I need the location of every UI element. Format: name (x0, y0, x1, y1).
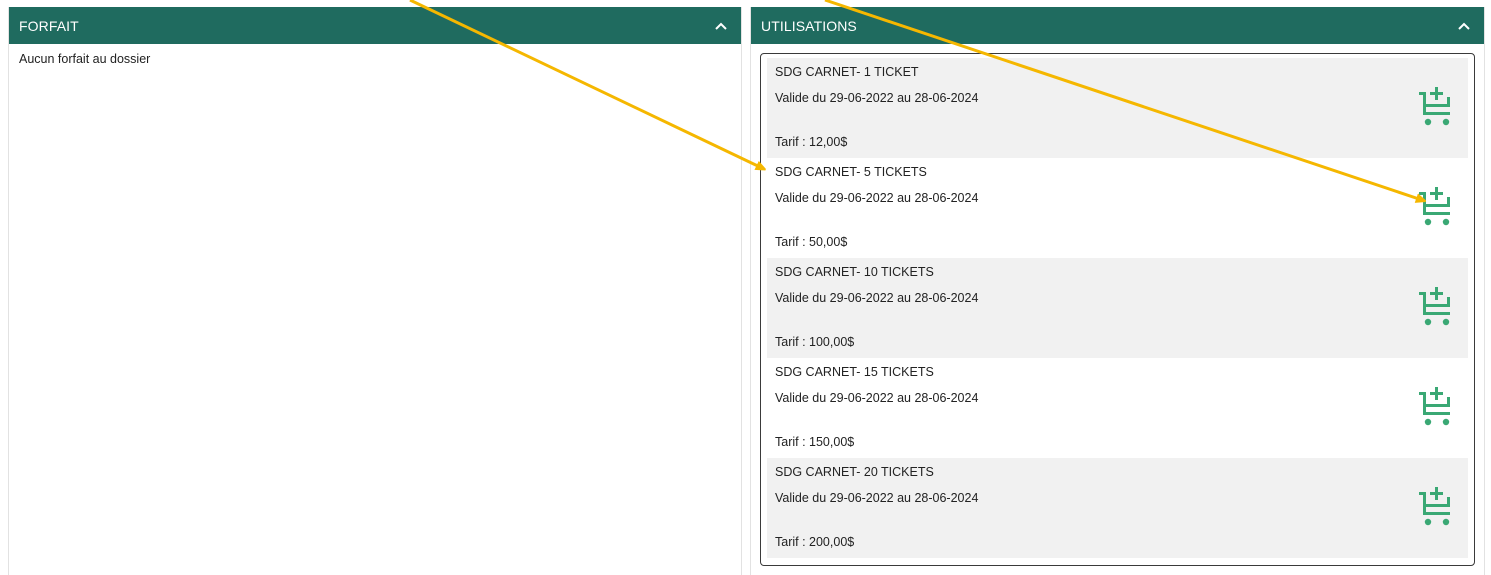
chevron-up-icon[interactable] (713, 18, 729, 34)
list-item: SDG CARNET- 10 TICKETS Valide du 29-06-2… (767, 258, 1468, 358)
utilisations-panel-title: UTILISATIONS (761, 17, 857, 34)
forfait-panel-title: FORFAIT (19, 17, 79, 34)
ticket-price: Tarif : 12,00$ (775, 135, 848, 149)
ticket-price: Tarif : 200,00$ (775, 535, 855, 549)
utilisations-panel: UTILISATIONS SDG CARNET- 1 TICKET Valide… (750, 7, 1485, 575)
chevron-up-icon[interactable] (1456, 18, 1472, 34)
ticket-name: SDG CARNET- 20 TICKETS (775, 465, 934, 479)
forfait-panel: FORFAIT Aucun forfait au dossier (8, 7, 742, 575)
forfait-panel-header: FORFAIT (9, 7, 741, 44)
ticket-name: SDG CARNET- 10 TICKETS (775, 265, 934, 279)
ticket-price: Tarif : 50,00$ (775, 235, 848, 249)
list-item: SDG CARNET- 15 TICKETS Valide du 29-06-2… (767, 358, 1468, 458)
ticket-validity: Valide du 29-06-2022 au 28-06-2024 (775, 491, 979, 505)
add-to-cart-icon[interactable] (1418, 484, 1454, 528)
list-item: SDG CARNET- 5 TICKETS Valide du 29-06-20… (767, 158, 1468, 258)
add-to-cart-icon[interactable] (1418, 284, 1454, 328)
ticket-validity: Valide du 29-06-2022 au 28-06-2024 (775, 391, 979, 405)
ticket-price: Tarif : 150,00$ (775, 435, 855, 449)
forfait-empty-message: Aucun forfait au dossier (19, 52, 151, 66)
ticket-validity: Valide du 29-06-2022 au 28-06-2024 (775, 91, 979, 105)
add-to-cart-icon[interactable] (1418, 84, 1454, 128)
ticket-validity: Valide du 29-06-2022 au 28-06-2024 (775, 191, 979, 205)
ticket-validity: Valide du 29-06-2022 au 28-06-2024 (775, 291, 979, 305)
ticket-price: Tarif : 100,00$ (775, 335, 855, 349)
ticket-name: SDG CARNET- 15 TICKETS (775, 365, 934, 379)
utilisations-panel-header: UTILISATIONS (751, 7, 1484, 44)
ticket-list: SDG CARNET- 1 TICKET Valide du 29-06-202… (760, 53, 1475, 566)
ticket-name: SDG CARNET- 1 TICKET (775, 65, 919, 79)
list-item: SDG CARNET- 1 TICKET Valide du 29-06-202… (767, 58, 1468, 158)
add-to-cart-icon[interactable] (1418, 384, 1454, 428)
list-item: SDG CARNET- 20 TICKETS Valide du 29-06-2… (767, 458, 1468, 558)
ticket-name: SDG CARNET- 5 TICKETS (775, 165, 927, 179)
add-to-cart-icon[interactable] (1418, 184, 1454, 228)
